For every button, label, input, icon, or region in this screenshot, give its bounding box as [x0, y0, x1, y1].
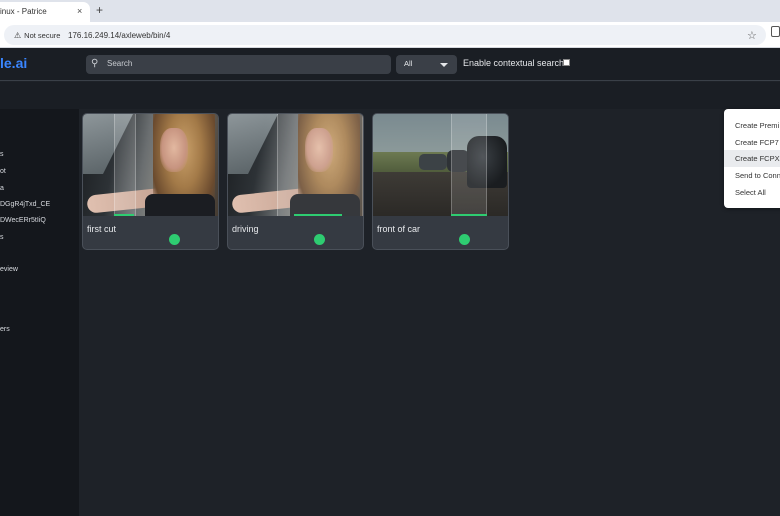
contextual-search-checkbox[interactable] — [563, 59, 570, 66]
context-menu: Create Premi Create FCP7 Create FCPX Sen… — [724, 109, 780, 208]
browser-tab-strip: inux - Patrice × + — [0, 0, 780, 22]
search-input[interactable]: Search — [107, 59, 132, 68]
card-title: first cut — [87, 224, 117, 234]
close-tab-icon[interactable]: × — [77, 6, 82, 16]
warning-icon: ⚠ — [14, 31, 22, 40]
sidebar-item[interactable]: DWecERr5tIiQ — [0, 217, 46, 224]
media-card[interactable]: driving — [227, 113, 364, 250]
search-bar[interactable]: ⚲ Search — [86, 55, 391, 74]
sidebar-item[interactable]: s — [0, 234, 4, 241]
card-title: front of car — [377, 224, 421, 234]
filter-value: All — [404, 59, 413, 68]
sidebar-item[interactable]: ot — [0, 168, 6, 175]
status-dot — [314, 234, 325, 245]
chevron-down-icon — [440, 63, 448, 67]
app-logo[interactable]: le.ai — [0, 55, 27, 71]
url-text[interactable]: 176.16.249.14/axleweb/bin/4 — [68, 31, 170, 40]
progress-bar — [294, 214, 342, 216]
browser-tab[interactable]: inux - Patrice × — [0, 2, 90, 22]
scrub-overlay[interactable] — [114, 114, 136, 216]
extensions-icon[interactable] — [771, 26, 780, 37]
security-label: Not secure — [24, 31, 61, 40]
menu-item-select-all[interactable]: Select All — [724, 184, 780, 201]
scrub-overlay[interactable] — [451, 114, 487, 216]
omnibox[interactable]: ⚠ Not secure 176.16.249.14/axleweb/bin/4 … — [4, 25, 766, 45]
sidebar-item[interactable]: eview — [0, 266, 18, 273]
scrub-overlay[interactable] — [277, 114, 363, 216]
app-header: le.ai ⚲ Search All Enable contextual sea… — [0, 48, 780, 81]
address-bar: ⚠ Not secure 176.16.249.14/axleweb/bin/4 … — [0, 22, 780, 48]
thumbnail-car — [419, 154, 447, 170]
contextual-search-label: Enable contextual search — [463, 58, 565, 68]
video-thumbnail[interactable] — [373, 114, 508, 216]
security-indicator[interactable]: ⚠ Not secure — [14, 31, 60, 40]
status-dot — [459, 234, 470, 245]
card-title: driving — [232, 224, 259, 234]
tab-title: inux - Patrice — [0, 7, 47, 16]
menu-item-create-fcpx[interactable]: Create FCPX — [724, 150, 780, 167]
new-tab-button[interactable]: + — [96, 3, 103, 17]
progress-bar — [451, 214, 487, 216]
menu-item-create-premiere[interactable]: Create Premi — [724, 117, 780, 134]
video-thumbnail[interactable] — [228, 114, 363, 216]
progress-bar — [114, 214, 134, 216]
thumbnail-shirt — [145, 194, 215, 216]
sidebar-item[interactable]: a — [0, 185, 4, 192]
sidebar-item[interactable]: ers — [0, 326, 10, 333]
toolbar-strip — [0, 82, 780, 109]
thumbnail-face — [160, 128, 188, 172]
sidebar-item[interactable]: DGgR4jTxd_CE — [0, 201, 50, 208]
sidebar: s ot a DGgR4jTxd_CE DWecERr5tIiQ s eview… — [0, 109, 79, 516]
video-thumbnail[interactable] — [83, 114, 218, 216]
bookmark-star-icon[interactable]: ☆ — [747, 29, 757, 42]
menu-item-create-fcp7[interactable]: Create FCP7 — [724, 134, 780, 151]
media-card[interactable]: front of car — [372, 113, 509, 250]
status-dot — [169, 234, 180, 245]
filter-select[interactable]: All — [396, 55, 457, 74]
menu-item-send-to-connect[interactable]: Send to Conn — [724, 167, 780, 184]
sidebar-item[interactable]: s — [0, 151, 4, 158]
search-key-icon: ⚲ — [91, 58, 99, 69]
media-card[interactable]: first cut — [82, 113, 219, 250]
